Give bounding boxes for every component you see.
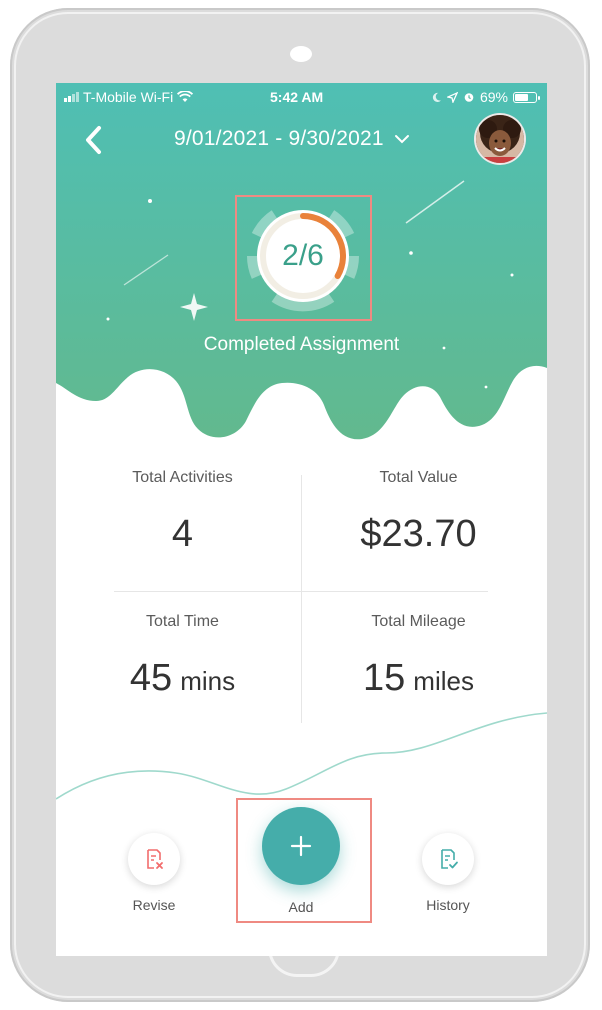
user-avatar[interactable]: [474, 113, 526, 165]
status-time: 5:42 AM: [270, 89, 324, 105]
stat-label: Total Mileage: [371, 613, 466, 630]
stat-total-value: Total Value $23.70: [296, 469, 541, 556]
status-left: T-Mobile Wi-Fi: [64, 89, 194, 105]
stat-unit: miles: [413, 666, 474, 696]
stat-label: Total Value: [379, 469, 458, 486]
revise-icon-circle: [128, 833, 180, 885]
stat-label: Total Activities: [132, 469, 233, 486]
app-screen: T-Mobile Wi-Fi 5:42 AM 69% 9/01/2021 - 9…: [56, 83, 547, 956]
date-range-label: 9/01/2021 - 9/30/2021: [174, 127, 384, 150]
battery-icon: [513, 91, 540, 103]
chevron-down-icon: [394, 135, 409, 144]
alarm-icon: [464, 93, 474, 102]
stat-number: 45: [129, 657, 173, 699]
battery-level: [515, 93, 528, 101]
stat-value: 45 mins: [60, 657, 305, 700]
stat-total-activities: Total Activities 4: [60, 469, 305, 556]
wifi-icon: [177, 91, 194, 102]
add-highlight-box: [236, 798, 372, 923]
date-range-selector[interactable]: 9/01/2021 - 9/30/2021: [174, 127, 410, 151]
stat-total-mileage: Total Mileage 15 miles: [296, 613, 541, 700]
document-x-icon: [147, 849, 163, 869]
stat-value: $23.70: [360, 513, 477, 555]
history-icon-circle: [422, 833, 474, 885]
stat-number: 15: [363, 657, 406, 699]
revise-label: Revise: [132, 897, 176, 913]
stat-total-time: Total Time 45 mins: [60, 613, 305, 700]
back-button[interactable]: [82, 123, 106, 157]
progress-highlight-box: [235, 195, 372, 321]
stat-value: 4: [171, 513, 194, 555]
avatar-photo: [476, 115, 524, 163]
moon-icon: [432, 92, 442, 102]
stat-value: 15 miles: [296, 657, 541, 700]
stat-label: Total Time: [146, 613, 219, 630]
phone-camera: [290, 46, 312, 62]
history-button[interactable]: History: [412, 833, 484, 913]
carrier-label: T-Mobile Wi-Fi: [83, 89, 174, 105]
revise-button[interactable]: Revise: [118, 833, 190, 913]
completed-assignment-label: Completed Assignment: [203, 334, 400, 355]
history-label: History: [426, 897, 470, 913]
status-bar: T-Mobile Wi-Fi 5:42 AM 69%: [56, 83, 547, 111]
status-right: 69%: [431, 89, 540, 105]
signal-icon: [64, 92, 79, 102]
battery-percent: 69%: [479, 89, 508, 105]
stat-unit: mins: [180, 666, 236, 696]
stats-horizontal-divider: [114, 591, 488, 592]
chevron-left-icon: [86, 126, 101, 154]
document-check-icon: [441, 849, 458, 869]
location-arrow-icon: [446, 91, 458, 103]
